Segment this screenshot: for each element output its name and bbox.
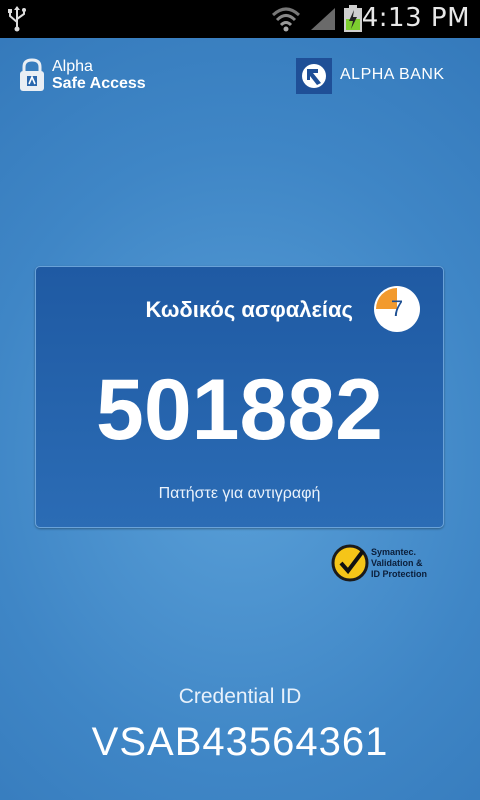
symantec-text: Symantec. Validation & ID Protection [371, 547, 427, 580]
credential-label: Credential ID [178, 685, 302, 708]
bank-name: ALPHA BANK [340, 66, 445, 83]
status-time: 4:13 PM [361, 3, 470, 33]
app-brand: Alpha Safe Access [18, 56, 158, 96]
usb-icon [8, 6, 26, 32]
wifi-icon [271, 7, 301, 32]
app-brand-line2: Safe Access [52, 75, 146, 92]
countdown-timer-icon: 7 [373, 285, 421, 333]
card-title: Κωδικός ασφαλείας [145, 297, 353, 322]
lock-icon [20, 58, 44, 91]
alpha-bank-logo-icon [296, 58, 332, 94]
security-code-card[interactable]: Κωδικός ασφαλείας 7 501882 Πατήστε για α… [35, 266, 444, 528]
credential-id: VSAB43564361 [91, 720, 389, 764]
signal-icon [311, 8, 335, 30]
symantec-line1: Symantec. [371, 547, 417, 557]
bank-brand: ALPHA BANK [296, 58, 466, 96]
checkmark-seal-icon [331, 544, 369, 582]
battery-charging-icon [344, 5, 362, 32]
timer-seconds: 7 [390, 296, 404, 321]
symantec-line3: ID Protection [371, 569, 428, 579]
copy-hint: Πατήστε για αντιγραφή [158, 485, 321, 502]
security-code[interactable]: 501882 [36, 360, 443, 460]
symantec-line2: Validation & [371, 558, 423, 568]
status-bar: 4:13 PM [0, 0, 480, 38]
symantec-badge: Symantec. Validation & ID Protection [331, 544, 441, 584]
app-brand-line1: Alpha [52, 58, 93, 75]
app-screen: Alpha Safe Access ALPHA BANK Κωδικός ασφ… [0, 38, 480, 800]
